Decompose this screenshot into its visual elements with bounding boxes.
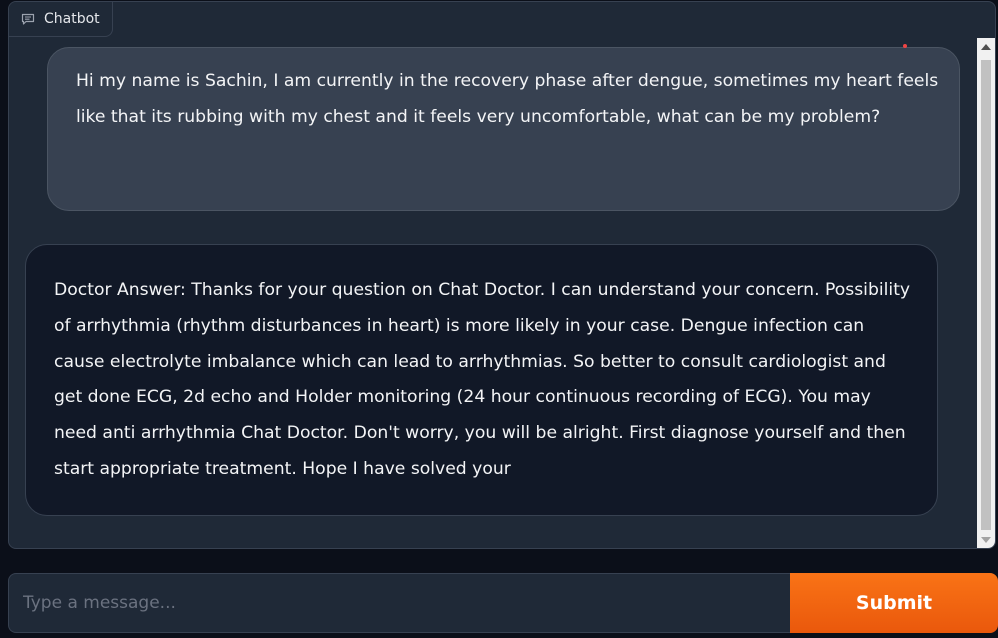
chatbot-label-text: Chatbot [44,11,100,27]
scroll-up-arrow-icon[interactable] [981,44,991,50]
submit-button[interactable]: Submit [790,573,998,633]
notification-dot [903,44,907,48]
scrollbar[interactable] [977,38,995,548]
chatbot-panel: Chatbot Hi my name is Sachin, I am curre… [8,1,996,549]
user-message: Hi my name is Sachin, I am currently in … [47,47,960,211]
chat-bubble-icon [21,13,35,26]
message-input-row: Submit [8,573,998,633]
chatbot-label: Chatbot [9,2,113,37]
scroll-down-arrow-icon[interactable] [981,537,991,543]
bot-message: Doctor Answer: Thanks for your question … [25,244,938,516]
message-list: Hi my name is Sachin, I am currently in … [9,2,977,548]
message-input[interactable] [8,573,790,633]
scrollbar-thumb[interactable] [981,60,991,530]
